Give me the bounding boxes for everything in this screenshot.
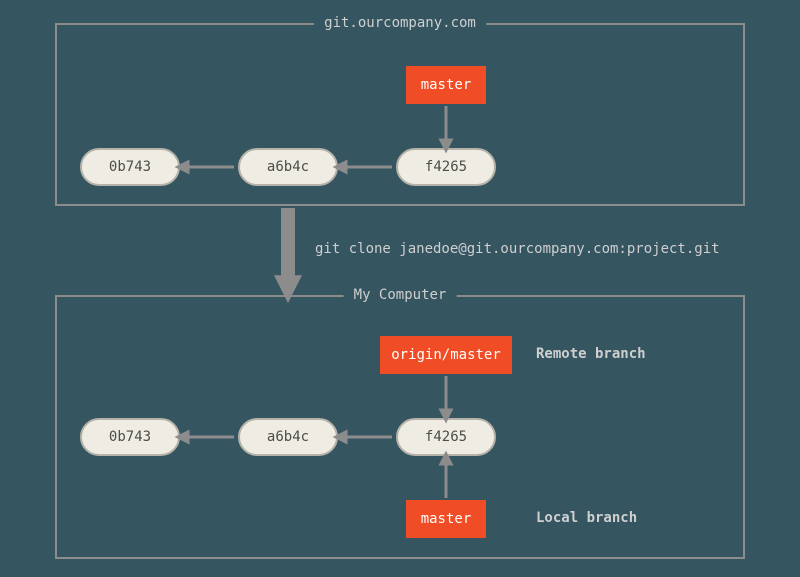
clone-command-label: git clone janedoe@git.ourcompany.com:pro…: [315, 241, 720, 257]
local-box-title: My Computer: [344, 287, 457, 303]
commit-node: f4265: [396, 418, 496, 456]
branch-master-remote-server: master: [406, 66, 486, 104]
commit-node: 0b743: [80, 418, 180, 456]
commit-node: a6b4c: [238, 148, 338, 186]
branch-master-local: master: [406, 500, 486, 538]
commit-node: a6b4c: [238, 418, 338, 456]
commit-node: 0b743: [80, 148, 180, 186]
local-branch-label: Local branch: [536, 510, 637, 526]
branch-origin-master: origin/master: [380, 336, 512, 374]
remote-branch-label: Remote branch: [536, 346, 646, 362]
commit-node: f4265: [396, 148, 496, 186]
server-box-title: git.ourcompany.com: [314, 15, 486, 31]
